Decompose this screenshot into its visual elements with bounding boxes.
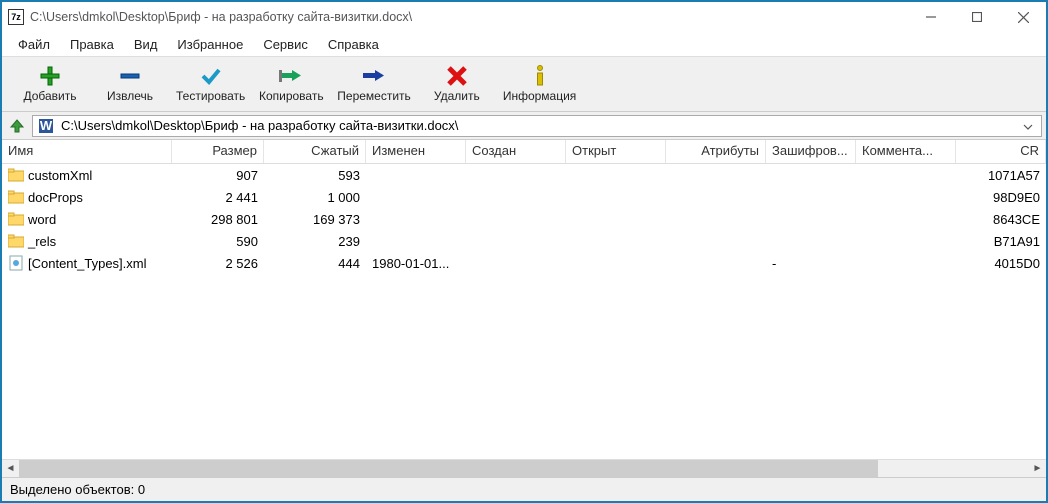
menubar: Файл Правка Вид Избранное Сервис Справка [2,32,1046,56]
move-arrow-icon [362,65,386,87]
test-button[interactable]: Тестировать [170,59,251,109]
folder-icon [8,234,24,248]
horizontal-scrollbar[interactable]: ◄ ► [2,459,1046,477]
cell-enc: - [766,256,856,271]
window-title: C:\Users\dmkol\Desktop\Бриф - на разрабо… [30,10,908,24]
cell-crc: 1071A57 [956,168,1046,183]
svg-text:W: W [40,118,53,133]
header-encrypted[interactable]: Зашифров... [766,140,856,163]
header-opened[interactable]: Открыт [566,140,666,163]
cell-crc: 98D9E0 [956,190,1046,205]
menu-file[interactable]: Файл [10,35,58,54]
cell-size: 2 441 [172,190,264,205]
header-created[interactable]: Создан [466,140,566,163]
docx-icon: W [37,117,55,135]
minus-icon [118,65,142,87]
file-name: docProps [28,190,83,205]
scroll-left-icon[interactable]: ◄ [2,460,19,477]
test-label: Тестировать [176,89,245,103]
header-crc[interactable]: CR [956,140,1046,163]
menu-tools[interactable]: Сервис [255,35,316,54]
path-text: C:\Users\dmkol\Desktop\Бриф - на разрабо… [61,118,1019,133]
info-label: Информация [503,89,576,103]
scroll-track[interactable] [19,460,1029,477]
add-label: Добавить [23,89,76,103]
menu-help[interactable]: Справка [320,35,387,54]
extract-label: Извлечь [107,89,153,103]
table-row[interactable]: docProps 2 4411 000 98D9E0 [2,186,1046,208]
cell-size: 590 [172,234,264,249]
chevron-down-icon[interactable] [1019,118,1037,133]
header-size[interactable]: Размер [172,140,264,163]
header-attributes[interactable]: Атрибуты [666,140,766,163]
close-button[interactable] [1000,2,1046,32]
toolbar: Добавить Извлечь Тестировать Копировать … [2,56,1046,112]
cell-packed: 1 000 [264,190,366,205]
folder-icon [8,190,24,204]
folder-icon [8,212,24,226]
delete-button[interactable]: Удалить [417,59,497,109]
info-button[interactable]: Информация [497,59,582,109]
path-combobox[interactable]: W C:\Users\dmkol\Desktop\Бриф - на разра… [32,115,1042,137]
menu-view[interactable]: Вид [126,35,166,54]
file-icon [8,255,24,271]
cell-packed: 593 [264,168,366,183]
table-row[interactable]: _rels 590239 B71A91 [2,230,1046,252]
cell-name: docProps [2,190,172,205]
delete-label: Удалить [434,89,480,103]
header-name[interactable]: Имя [2,140,172,163]
folder-icon [8,168,24,182]
menu-edit[interactable]: Правка [62,35,122,54]
copy-arrow-icon [279,65,303,87]
cell-modified: 1980-01-01... [366,256,466,271]
cell-name: customXml [2,168,172,183]
scroll-right-icon[interactable]: ► [1029,460,1046,477]
x-icon [445,65,469,87]
cell-crc: 8643CE [956,212,1046,227]
cell-name: _rels [2,234,172,249]
scroll-thumb[interactable] [19,460,878,477]
file-name: customXml [28,168,92,183]
window-controls [908,2,1046,32]
header-packed[interactable]: Сжатый [264,140,366,163]
header-modified[interactable]: Изменен [366,140,466,163]
copy-label: Копировать [259,89,324,103]
copy-button[interactable]: Копировать [251,59,331,109]
menu-favorites[interactable]: Избранное [169,35,251,54]
add-button[interactable]: Добавить [10,59,90,109]
header-comment[interactable]: Коммента... [856,140,956,163]
minimize-button[interactable] [908,2,954,32]
pathbar: W C:\Users\dmkol\Desktop\Бриф - на разра… [2,112,1046,140]
cell-size: 298 801 [172,212,264,227]
check-icon [199,65,223,87]
cell-name: [Content_Types].xml [2,255,172,271]
file-name: _rels [28,234,56,249]
app-icon: 7z [8,9,24,25]
table-row[interactable]: customXml 907593 1071A57 [2,164,1046,186]
move-label: Переместить [337,89,411,103]
cell-name: word [2,212,172,227]
extract-button[interactable]: Извлечь [90,59,170,109]
up-button[interactable] [6,115,28,137]
file-name: [Content_Types].xml [28,256,147,271]
table-row[interactable]: word 298 801169 373 8643CE [2,208,1046,230]
maximize-button[interactable] [954,2,1000,32]
cell-crc: B71A91 [956,234,1046,249]
table-row[interactable]: [Content_Types].xml 2 5264441980-01-01...… [2,252,1046,274]
cell-size: 2 526 [172,256,264,271]
info-icon [528,65,552,87]
move-button[interactable]: Переместить [331,59,417,109]
file-list: customXml 907593 1071A57 docProps 2 4411 000… [2,164,1046,459]
cell-packed: 169 373 [264,212,366,227]
titlebar: 7z C:\Users\dmkol\Desktop\Бриф - на разр… [2,2,1046,32]
file-name: word [28,212,56,227]
plus-icon [38,65,62,87]
statusbar: Выделено объектов: 0 [2,477,1046,501]
column-headers: Имя Размер Сжатый Изменен Создан Открыт … [2,140,1046,164]
cell-size: 907 [172,168,264,183]
cell-crc: 4015D0 [956,256,1046,271]
status-text: Выделено объектов: 0 [10,482,145,497]
cell-packed: 239 [264,234,366,249]
cell-packed: 444 [264,256,366,271]
